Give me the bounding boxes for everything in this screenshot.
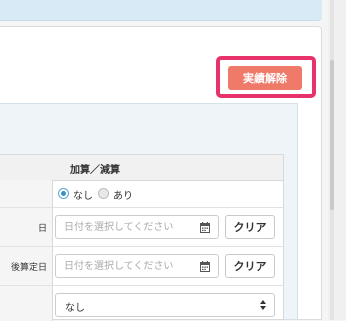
radio-yes-indicator[interactable] <box>98 188 109 199</box>
label-cell-post-calc-date: 後算定日 <box>0 247 53 286</box>
select-arrows-icon <box>260 300 266 310</box>
top-banner <box>0 0 322 21</box>
date-field-2[interactable] <box>55 254 219 278</box>
label-cell-select <box>0 286 53 321</box>
form-table: 加算／減算 なし あり 日 クリア 後算定日 <box>0 154 284 321</box>
row-label-date: 日 <box>37 224 47 234</box>
column-header-adjustment: 加算／減算 <box>70 165 120 176</box>
clear-button-1[interactable]: クリア <box>225 215 275 239</box>
scrollbar-thumb[interactable] <box>330 60 334 210</box>
table-header: 加算／減算 <box>0 155 283 181</box>
calendar-icon[interactable] <box>200 222 210 233</box>
row-divider <box>53 207 283 208</box>
cancel-record-button[interactable]: 実績解除 <box>228 66 302 90</box>
radio-none-indicator[interactable] <box>58 188 69 199</box>
label-cell-date: 日 <box>0 208 53 247</box>
clear-button-2[interactable]: クリア <box>225 254 275 278</box>
select-value: なし <box>65 303 85 314</box>
row-label-post-calc-date: 後算定日 <box>10 263 47 273</box>
radio-none-label[interactable]: なし <box>73 187 93 202</box>
row-divider <box>53 285 283 286</box>
row-divider <box>53 246 283 247</box>
adjustment-select[interactable]: なし <box>55 293 275 317</box>
date-input-2[interactable] <box>64 259 194 273</box>
calendar-icon[interactable] <box>200 261 210 272</box>
label-cell-adjustment <box>0 180 53 208</box>
date-input-1[interactable] <box>64 220 194 234</box>
date-field-1[interactable] <box>55 215 219 239</box>
radio-yes-label[interactable]: あり <box>113 187 133 202</box>
